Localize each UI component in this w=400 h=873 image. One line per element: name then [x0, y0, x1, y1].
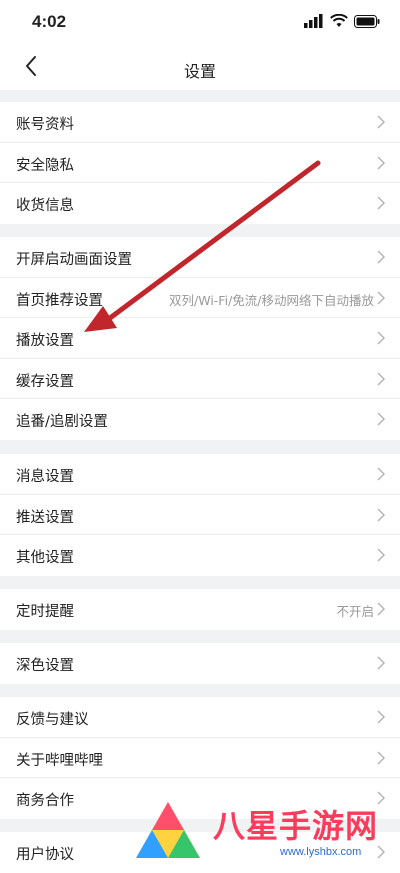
settings-row-label: 开屏启动画面设置: [16, 252, 132, 268]
settings-row-label: 商务合作: [16, 793, 74, 810]
settings-section: 账号资料安全隐私收货信息: [0, 102, 400, 224]
chevron-right-icon: [377, 156, 386, 170]
chevron-right-icon: [377, 751, 386, 765]
settings-row-label: 定时提醒: [16, 604, 74, 620]
chevron-right-icon: [377, 508, 386, 522]
chevron-right-icon: [377, 115, 386, 129]
settings-row-label: 安全隐私: [16, 157, 74, 174]
settings-row-label: 收货信息: [16, 198, 74, 215]
wifi-icon: [330, 14, 348, 27]
settings-row-label: 用户协议: [16, 847, 74, 863]
settings-row[interactable]: 账号资料: [0, 102, 400, 143]
chevron-right-icon: [377, 602, 386, 616]
settings-section: 开屏启动画面设置 首页推荐设置 双列/Wi-Fi/免流/移动网络下自动播放播放设置缓…: [0, 237, 400, 440]
settings-row[interactable]: 消息设置: [0, 454, 400, 495]
cellular-signal-icon: [304, 14, 323, 28]
settings-row[interactable]: 首页推荐设置 双列/Wi-Fi/免流/移动网络下自动播放: [0, 278, 400, 319]
chevron-right-icon: [377, 467, 386, 481]
settings-row-value: 不开启: [336, 604, 374, 619]
settings-row-label: 首页推荐设置: [16, 292, 103, 309]
settings-row[interactable]: 深色设置: [0, 643, 400, 684]
settings-section: 消息设置推送设置其他设置: [0, 454, 400, 576]
watermark-text: 八星手游网: [213, 807, 379, 845]
watermark: 八星手游网 www.lyshbx.com: [128, 798, 400, 865]
settings-row-label: 关于哔哩哔哩: [16, 752, 103, 769]
settings-row-label: 反馈与建议: [16, 712, 89, 728]
status-icons: [304, 14, 380, 28]
chevron-right-icon: [377, 331, 386, 345]
settings-row[interactable]: 追番/追剧设置: [0, 399, 400, 440]
settings-row-label: 其他设置: [16, 550, 74, 567]
watermark-url: www.lyshbx.com: [280, 846, 362, 858]
settings-row[interactable]: 其他设置: [0, 535, 400, 576]
chevron-right-icon: [377, 412, 386, 426]
settings-row-label: 推送设置: [16, 509, 74, 526]
settings-row[interactable]: 反馈与建议: [0, 697, 400, 738]
settings-row-label: 缓存设置: [16, 373, 74, 390]
watermark-logo-icon: [136, 802, 200, 858]
settings-row[interactable]: 开屏启动画面设置: [0, 237, 400, 278]
settings-row-label: 消息设置: [16, 469, 74, 485]
settings-section: 深色设置: [0, 643, 400, 684]
nav-bar: 设置: [0, 46, 400, 90]
settings-section: 定时提醒 不开启: [0, 589, 400, 630]
settings-row-label: 追番/追剧设置: [16, 414, 108, 431]
chevron-right-icon: [377, 196, 386, 210]
settings-row[interactable]: 关于哔哩哔哩: [0, 738, 400, 779]
settings-row[interactable]: 推送设置: [0, 495, 400, 536]
settings-row-label: 深色设置: [16, 658, 74, 674]
chevron-right-icon: [377, 372, 386, 386]
page-title: 设置: [183, 62, 216, 81]
chevron-right-icon: [377, 656, 386, 670]
battery-icon: [354, 14, 380, 28]
status-time: 4:02: [32, 12, 67, 31]
settings-row-value: 双列/Wi-Fi/免流/移动网络下自动播放: [169, 292, 374, 308]
settings-row[interactable]: 播放设置: [0, 318, 400, 359]
settings-row[interactable]: 定时提醒 不开启: [0, 589, 400, 630]
chevron-right-icon: [377, 250, 386, 264]
settings-row-label: 账号资料: [16, 117, 74, 133]
chevron-right-icon: [377, 291, 386, 305]
chevron-right-icon: [377, 548, 386, 562]
settings-row[interactable]: 缓存设置: [0, 359, 400, 400]
settings-row-label: 播放设置: [16, 333, 74, 350]
settings-row[interactable]: 安全隐私: [0, 143, 400, 184]
settings-row[interactable]: 收货信息: [0, 183, 400, 224]
chevron-right-icon: [377, 710, 386, 724]
status-bar: 4:02: [0, 0, 400, 46]
